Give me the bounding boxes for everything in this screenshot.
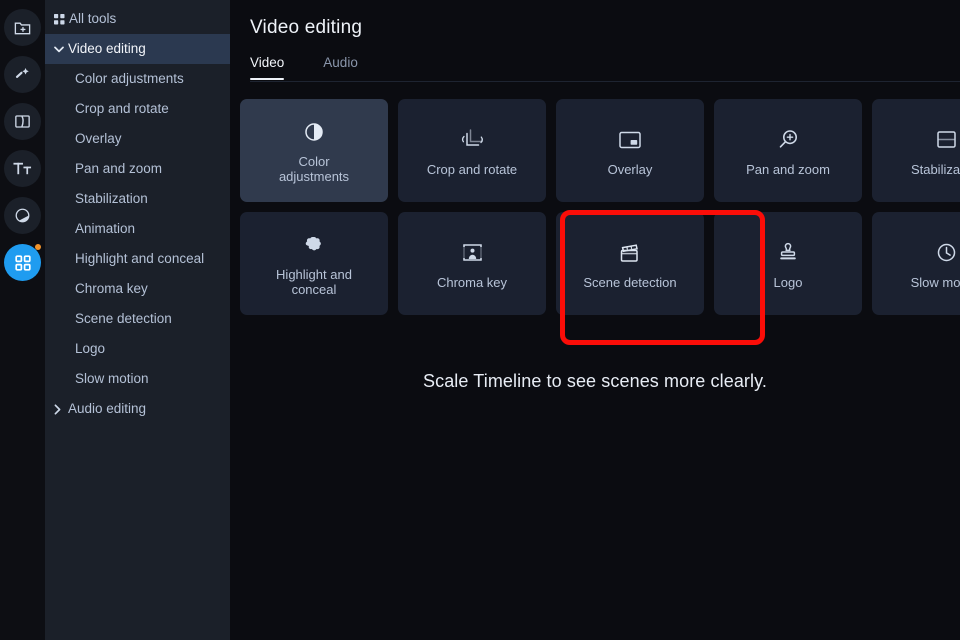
tool-card-label: Crop and rotate	[426, 161, 518, 177]
filters-icon	[13, 206, 32, 225]
tab-audio[interactable]: Audio	[323, 55, 358, 80]
sidebar-item-label: Slow motion	[75, 371, 149, 387]
scene-detection-hint-text: Scale Timeline to see scenes more clearl…	[422, 371, 767, 391]
add-media-folder-icon-button[interactable]	[4, 9, 41, 46]
tools-sidebar: All tools Video editing Color adjustment…	[45, 0, 230, 640]
tool-card-chroma-key[interactable]: Chroma key	[398, 212, 546, 315]
magic-wand-icon	[13, 65, 32, 84]
sidebar-item-label: Chroma key	[75, 281, 148, 297]
sidebar-item-label: Scene detection	[75, 311, 172, 327]
sidebar-item-label: Highlight and conceal	[75, 251, 205, 267]
sidebar-item-animation[interactable]: Animation	[45, 214, 230, 244]
chevron-right-icon	[54, 403, 68, 415]
main-content-panel: Video editing Video Audio Color adjustme…	[230, 0, 960, 640]
add-media-folder-icon	[13, 18, 32, 37]
sidebar-item-stabilization[interactable]: Stabilization	[45, 184, 230, 214]
stamp-icon	[777, 238, 799, 268]
sidebar-item-label: Video editing	[68, 41, 146, 57]
sidebar-item-all-tools[interactable]: All tools	[45, 4, 230, 34]
grid-icon	[54, 13, 69, 25]
sidebar-item-label: Stabilization	[75, 191, 148, 207]
tab-video[interactable]: Video	[250, 55, 285, 80]
titles-text-icon	[12, 159, 33, 178]
contrast-circle-icon	[303, 117, 325, 147]
left-icon-rail	[0, 0, 45, 640]
tool-card-label: Color adjustments	[278, 154, 350, 184]
notification-badge-dot	[35, 244, 41, 250]
tool-card-overlay[interactable]: Overlay	[556, 99, 704, 202]
clapperboard-icon	[617, 238, 643, 268]
sidebar-item-label: Logo	[75, 341, 106, 357]
tool-card-label: Highlight and conceal	[276, 267, 352, 297]
tool-card-grid: Color adjustments Crop and rotate Overla…	[240, 99, 960, 315]
tool-card-color-adjustments[interactable]: Color adjustments	[240, 99, 388, 202]
chroma-person-icon	[461, 238, 484, 268]
sidebar-item-label: Animation	[75, 221, 136, 237]
tabs-divider	[250, 81, 960, 82]
chevron-down-icon	[54, 46, 68, 53]
tool-card-label: Scene detection	[583, 274, 677, 290]
sidebar-item-audio-editing[interactable]: Audio editing	[45, 394, 230, 424]
all-tools-grid-icon	[14, 254, 32, 272]
tool-card-logo[interactable]: Logo	[714, 212, 862, 315]
tab-bar: Video Audio	[250, 55, 397, 80]
sidebar-item-label: All tools	[69, 11, 117, 27]
tool-card-pan-and-zoom[interactable]: Pan and zoom	[714, 99, 862, 202]
tool-card-label: Pan and zoom	[746, 161, 830, 177]
transitions-icon	[13, 112, 32, 131]
sidebar-item-chroma-key[interactable]: Chroma key	[45, 274, 230, 304]
page-title: Video editing	[250, 17, 363, 38]
titles-text-icon-button[interactable]	[4, 150, 41, 187]
tool-card-label: Chroma key	[436, 274, 508, 290]
video-editor-tools-window: All tools Video editing Color adjustment…	[0, 0, 960, 640]
tool-card-label: Stabilization	[910, 161, 960, 177]
sidebar-item-scene-detection[interactable]: Scene detection	[45, 304, 230, 334]
sidebar-item-label: Crop and rotate	[75, 101, 169, 117]
tool-card-label: Slow motion	[910, 274, 960, 290]
sidebar-item-overlay[interactable]: Overlay	[45, 124, 230, 154]
crop-rotate-icon	[459, 125, 485, 155]
sidebar-item-label: Audio editing	[68, 401, 147, 417]
all-tools-grid-icon-button[interactable]	[4, 244, 41, 281]
stabilization-icon	[935, 125, 958, 155]
highlight-blob-icon	[303, 230, 325, 260]
filters-icon-button[interactable]	[4, 197, 41, 234]
magic-wand-icon-button[interactable]	[4, 56, 41, 93]
sidebar-item-label: Overlay	[75, 131, 122, 147]
sidebar-item-label: Color adjustments	[75, 71, 184, 87]
tool-card-label: Overlay	[607, 161, 653, 177]
overlay-pip-icon	[618, 125, 642, 155]
sidebar-item-highlight-and-conceal[interactable]: Highlight and conceal	[45, 244, 230, 274]
sidebar-item-pan-and-zoom[interactable]: Pan and zoom	[45, 154, 230, 184]
tool-card-slow-motion[interactable]: Slow motion	[872, 212, 960, 315]
sidebar-item-color-adjustments[interactable]: Color adjustments	[45, 64, 230, 94]
sidebar-item-crop-and-rotate[interactable]: Crop and rotate	[45, 94, 230, 124]
sidebar-item-video-editing[interactable]: Video editing	[45, 34, 230, 64]
tool-card-highlight-and-conceal[interactable]: Highlight and conceal	[240, 212, 388, 315]
slow-motion-icon	[935, 238, 958, 268]
transitions-icon-button[interactable]	[4, 103, 41, 140]
tool-card-stabilization[interactable]: Stabilization	[872, 99, 960, 202]
tool-card-label: Logo	[773, 274, 803, 290]
magnifier-plus-icon	[777, 125, 800, 155]
sidebar-item-logo[interactable]: Logo	[45, 334, 230, 364]
tool-card-scene-detection[interactable]: Scene detection	[556, 212, 704, 315]
sidebar-item-slow-motion[interactable]: Slow motion	[45, 364, 230, 394]
tool-card-crop-and-rotate[interactable]: Crop and rotate	[398, 99, 546, 202]
sidebar-item-label: Pan and zoom	[75, 161, 163, 177]
